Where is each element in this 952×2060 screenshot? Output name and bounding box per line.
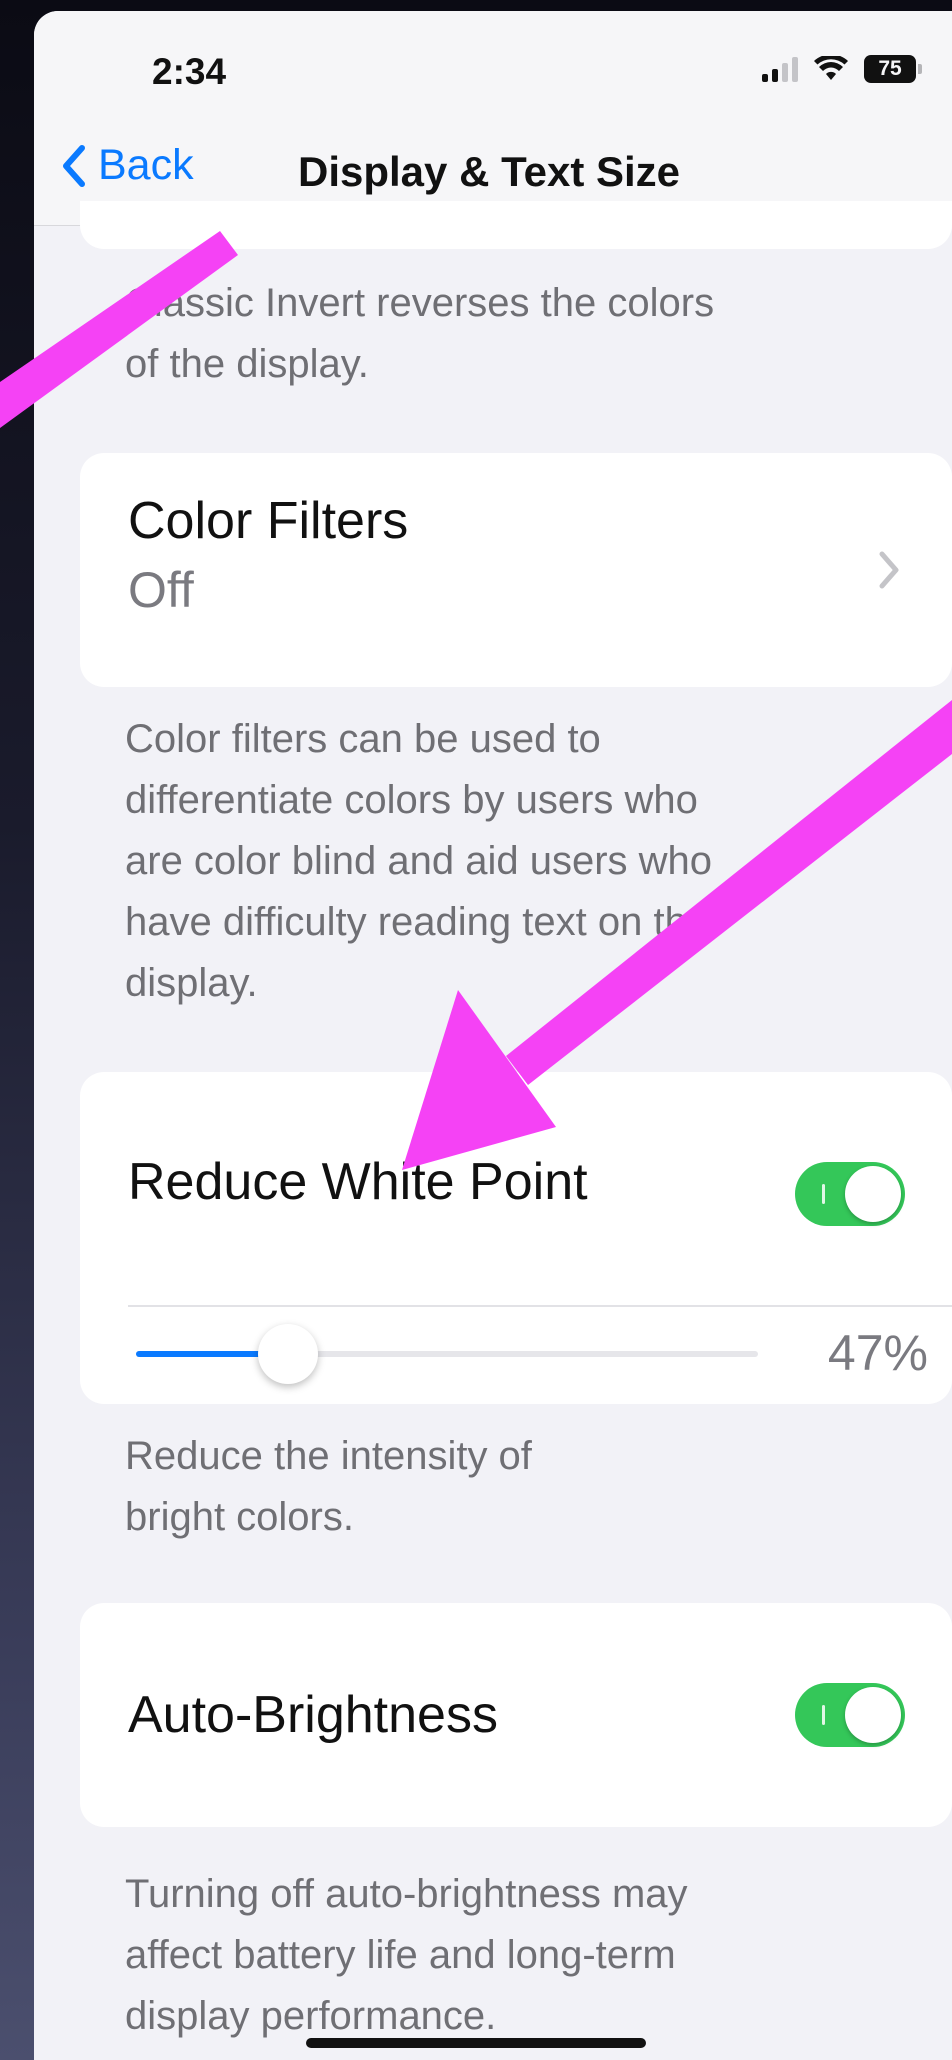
footnote-line: bright colors.	[125, 1495, 354, 1539]
classic-invert-card[interactable]	[80, 201, 952, 249]
auto-brightness-footnote: Turning off auto-brightness may affect b…	[125, 1864, 925, 2047]
footnote-line: Classic Invert reverses the colors	[125, 281, 715, 325]
home-indicator[interactable]	[306, 2038, 646, 2048]
reduce-white-point-footnote: Reduce the intensity of bright colors.	[125, 1426, 925, 1548]
toggle-on-mark	[822, 1184, 825, 1204]
color-filters-title: Color Filters	[128, 492, 409, 550]
back-button[interactable]: Back	[62, 141, 194, 190]
slider-value: 47%	[827, 1325, 928, 1381]
footnote-line: Reduce the intensity of	[125, 1434, 532, 1478]
auto-brightness-title: Auto-Brightness	[128, 1686, 498, 1744]
footnote-line: of the display.	[125, 342, 369, 386]
toggle-on-mark	[822, 1705, 825, 1725]
status-time: 2:34	[152, 51, 227, 92]
chevron-right-icon	[879, 551, 899, 589]
color-filters-footnote: Color filters can be used to differentia…	[125, 709, 925, 1014]
status-icons: 75	[762, 55, 922, 83]
cell-divider	[128, 1305, 952, 1307]
page-title: Display & Text Size	[298, 148, 681, 195]
footnote-line: display.	[125, 961, 258, 1005]
footnote-line: Color filters can be used to	[125, 717, 601, 761]
color-filters-cell[interactable]: Color Filters Off	[80, 453, 952, 687]
status-bar: 2:34 75	[34, 11, 952, 121]
white-point-slider[interactable]	[136, 1324, 758, 1384]
footnote-line: affect battery life and long-term	[125, 1933, 676, 1977]
toggle-knob	[845, 1166, 901, 1222]
phone-screen: 2:34 75 Back Display & Text Size Classic…	[34, 11, 952, 2060]
toggle-knob	[845, 1687, 901, 1743]
reduce-white-point-title: Reduce White Point	[128, 1153, 588, 1211]
classic-invert-footnote: Classic Invert reverses the colors of th…	[125, 273, 925, 395]
cellular-signal-icon	[762, 56, 798, 82]
reduce-white-point-toggle[interactable]	[795, 1162, 905, 1226]
auto-brightness-toggle[interactable]	[795, 1683, 905, 1747]
slider-thumb[interactable]	[258, 1324, 319, 1384]
footnote-line: Turning off auto-brightness may	[125, 1872, 688, 1916]
footnote-line: have difficulty reading text on the	[125, 900, 710, 944]
auto-brightness-cell: Auto-Brightness	[80, 1603, 952, 1827]
battery-icon: 75	[864, 55, 922, 83]
back-label: Back	[98, 141, 194, 189]
footnote-line: differentiate colors by users who	[125, 778, 698, 822]
color-filters-value: Off	[128, 562, 194, 618]
wifi-icon	[814, 56, 848, 80]
chevron-left-icon	[63, 144, 85, 187]
reduce-white-point-cell: Reduce White Point 47%	[80, 1072, 952, 1404]
battery-level: 75	[878, 57, 902, 80]
footnote-line: are color blind and aid users who	[125, 839, 713, 883]
